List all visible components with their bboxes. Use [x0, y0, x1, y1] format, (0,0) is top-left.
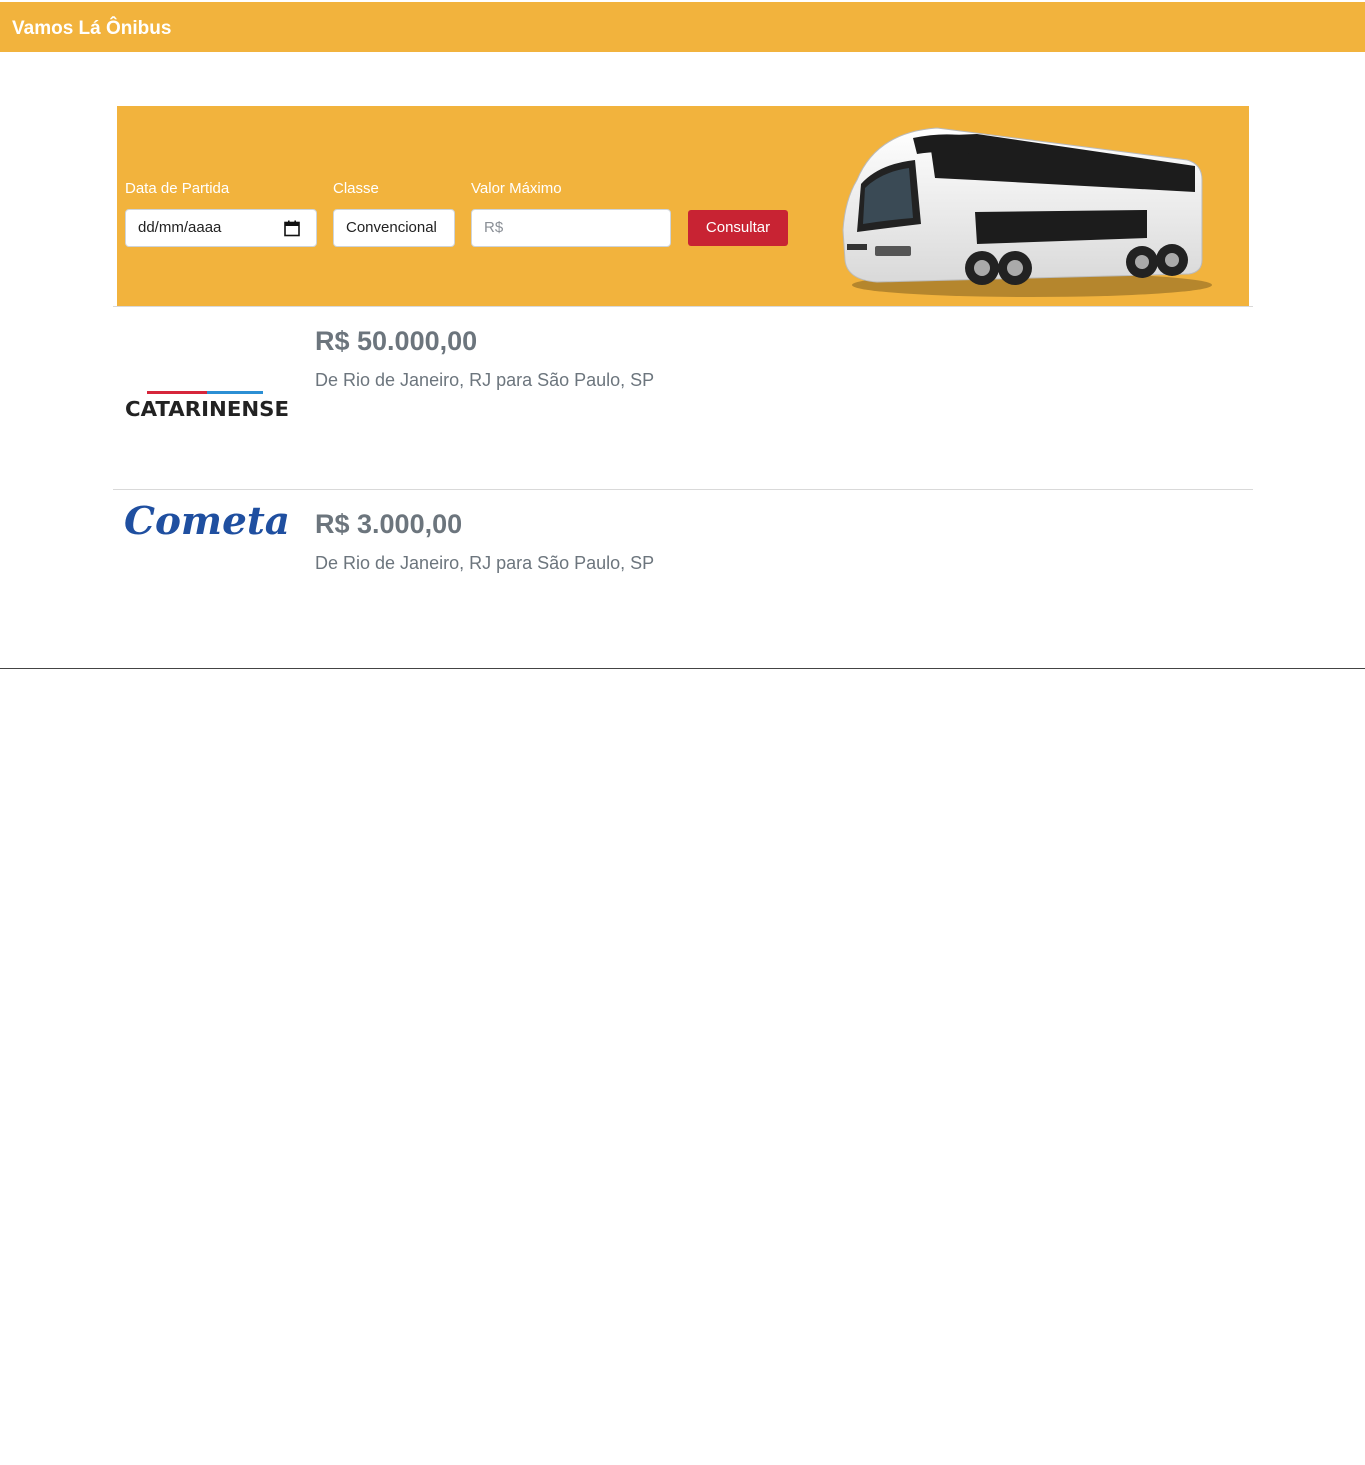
- date-input-value: dd/mm/aaaa: [138, 219, 222, 236]
- class-select-value: Convencional: [346, 219, 437, 236]
- search-panel: Data de Partida dd/mm/aaaa Classe Conven…: [117, 106, 1249, 306]
- navbar: Vamos Lá Ônibus: [0, 2, 1365, 52]
- catarinense-logo: CATARINENSE: [125, 391, 289, 419]
- brand-link[interactable]: Vamos Lá Ônibus: [12, 18, 171, 40]
- max-value-placeholder: R$: [484, 219, 504, 236]
- page-bottom-rule: [0, 668, 1365, 669]
- class-label: Classe: [333, 180, 379, 197]
- catarinense-logo-text: CATARINENSE: [125, 397, 289, 419]
- bus-image: [842, 127, 1212, 297]
- calendar-icon[interactable]: [284, 220, 300, 237]
- class-select[interactable]: Convencional: [333, 209, 455, 247]
- result-item[interactable]: Cometa R$ 3.000,00 De Rio de Janeiro, RJ…: [113, 490, 1253, 672]
- route-label: De Rio de Janeiro, RJ para São Paulo, SP: [315, 370, 655, 390]
- cometa-logo-text: Cometa: [124, 500, 290, 543]
- departure-date-input[interactable]: dd/mm/aaaa: [125, 209, 317, 247]
- route-label: De Rio de Janeiro, RJ para São Paulo, SP: [315, 553, 655, 573]
- result-item[interactable]: CATARINENSE R$ 50.000,00 De Rio de Janei…: [113, 307, 1253, 489]
- price-label: R$ 50.000,00: [315, 326, 478, 356]
- date-label: Data de Partida: [125, 180, 230, 197]
- cometa-logo: Cometa: [124, 500, 290, 543]
- price-label: R$ 3.000,00: [315, 509, 463, 539]
- max-value-label: Valor Máximo: [471, 180, 562, 197]
- consult-button[interactable]: Consultar: [688, 210, 788, 246]
- max-value-input[interactable]: R$: [471, 209, 671, 247]
